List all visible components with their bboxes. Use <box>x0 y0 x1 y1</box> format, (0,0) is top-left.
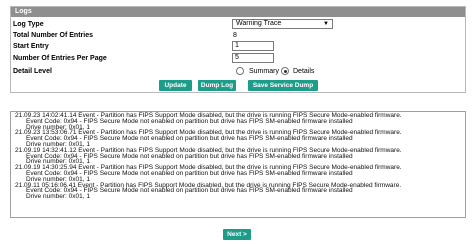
total-entries-label: Total Number Of Entries <box>13 32 93 39</box>
update-button[interactable]: Update <box>159 80 192 91</box>
per-page-input[interactable]: 5 <box>232 53 274 63</box>
log-type-value: Warning Trace <box>236 20 282 27</box>
next-page-button[interactable]: Next > <box>223 229 251 240</box>
dump-log-button[interactable]: Dump Log <box>198 80 236 91</box>
summary-radio[interactable] <box>236 67 244 75</box>
details-radio-label: Details <box>293 68 315 75</box>
per-page-label: Number Of Entries Per Page <box>13 55 107 62</box>
summary-radio-label: Summary <box>249 68 279 75</box>
start-entry-label: Start Entry <box>13 43 49 50</box>
logs-panel: Logs Log Type Warning Trace ▼ Total Numb… <box>10 6 466 93</box>
per-page-row: Number Of Entries Per Page 5 <box>13 53 461 63</box>
details-radio[interactable] <box>281 67 289 75</box>
save-service-dump-button[interactable]: Save Service Dump <box>248 80 318 91</box>
chevron-down-icon: ▼ <box>323 21 329 27</box>
start-entry-input[interactable]: 1 <box>232 41 274 51</box>
log-textarea[interactable]: 21.09.23 14:02:41.14 Event - Partition h… <box>10 111 466 218</box>
detail-level-label: Detail Level <box>13 68 52 75</box>
detail-level-row: Detail Level Summary Details <box>13 66 461 76</box>
log-type-select[interactable]: Warning Trace ▼ <box>232 19 333 29</box>
total-entries-value: 8 <box>233 32 237 39</box>
log-drive-number-line: Drive number: 0x01, 1 <box>26 193 90 201</box>
log-type-row: Log Type Warning Trace ▼ <box>13 19 461 29</box>
start-entry-row: Start Entry 1 <box>13 41 461 51</box>
panel-title: Logs <box>11 7 465 17</box>
total-entries-row: Total Number Of Entries 8 <box>13 30 461 40</box>
log-type-label: Log Type <box>13 21 44 28</box>
